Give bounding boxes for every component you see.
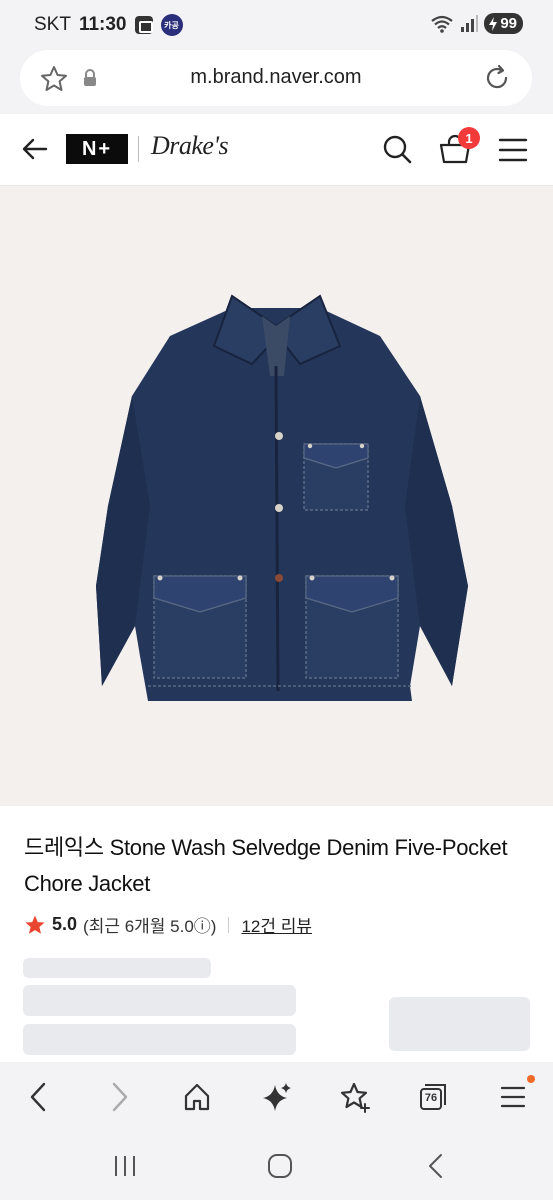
rating-divider: [228, 916, 230, 933]
notification-dot: [527, 1075, 535, 1083]
rating-score: 5.0: [52, 914, 78, 934]
recent-rating[interactable]: (최근 6개월 5.0ⓘ): [83, 912, 216, 937]
browser-toolbar: 76: [0, 1062, 553, 1134]
back-arrow-icon[interactable]: [20, 134, 50, 164]
url-text[interactable]: m.brand.naver.com: [20, 66, 532, 89]
system-back-icon[interactable]: [424, 1152, 448, 1180]
naver-plus-logo[interactable]: N+: [66, 134, 128, 164]
loading-skeleton: [23, 1024, 296, 1055]
home-icon[interactable]: [182, 1080, 212, 1114]
tabs-icon[interactable]: 76: [418, 1082, 448, 1112]
product-image[interactable]: [0, 186, 553, 806]
home-circle-icon[interactable]: [266, 1152, 294, 1180]
loading-skeleton: [23, 958, 211, 978]
address-bar-area: m.brand.naver.com: [0, 50, 553, 114]
forward-icon[interactable]: [104, 1080, 134, 1114]
reload-icon[interactable]: [482, 63, 512, 93]
battery-level: 99: [500, 15, 517, 32]
rating-row: 5.0 (최근 6개월 5.0ⓘ) 12건 리뷰: [24, 912, 312, 937]
app-notification-icon: 카공: [160, 14, 183, 36]
favorites-icon[interactable]: [339, 1080, 371, 1114]
brand-logo[interactable]: Drake's: [151, 131, 229, 161]
menu-icon[interactable]: [500, 1080, 526, 1114]
clock: 11:30: [78, 14, 127, 35]
loading-skeleton: [389, 997, 530, 1051]
system-navigation-bar: [0, 1134, 553, 1200]
address-bar[interactable]: m.brand.naver.com: [20, 50, 532, 106]
tab-count: 76: [424, 1092, 438, 1104]
battery-icon: 99: [484, 13, 523, 34]
review-count-link[interactable]: 12건 리뷰: [241, 912, 312, 937]
signal-icon: [461, 14, 479, 32]
carrier-label: SKT: [34, 14, 71, 35]
loading-skeleton: [23, 985, 296, 1016]
wifi-icon: [431, 15, 453, 33]
logo-divider: [138, 136, 139, 162]
sparkle-icon[interactable]: [261, 1080, 293, 1114]
denim-jacket-image: [96, 294, 468, 701]
product-title: 드레익스 Stone Wash Selvedge Denim Five-Pock…: [24, 835, 508, 896]
back-icon[interactable]: [24, 1080, 54, 1114]
rating-star-icon: [25, 914, 45, 934]
search-icon[interactable]: [381, 133, 413, 165]
message-icon: [134, 16, 153, 34]
site-header: N+ Drake's: [0, 114, 553, 186]
hamburger-menu-icon[interactable]: [498, 137, 528, 163]
status-bar: SKT 11:30 카공 99: [0, 0, 553, 50]
recent-apps-icon[interactable]: [112, 1152, 138, 1180]
cart-count-badge: 1: [458, 127, 480, 149]
